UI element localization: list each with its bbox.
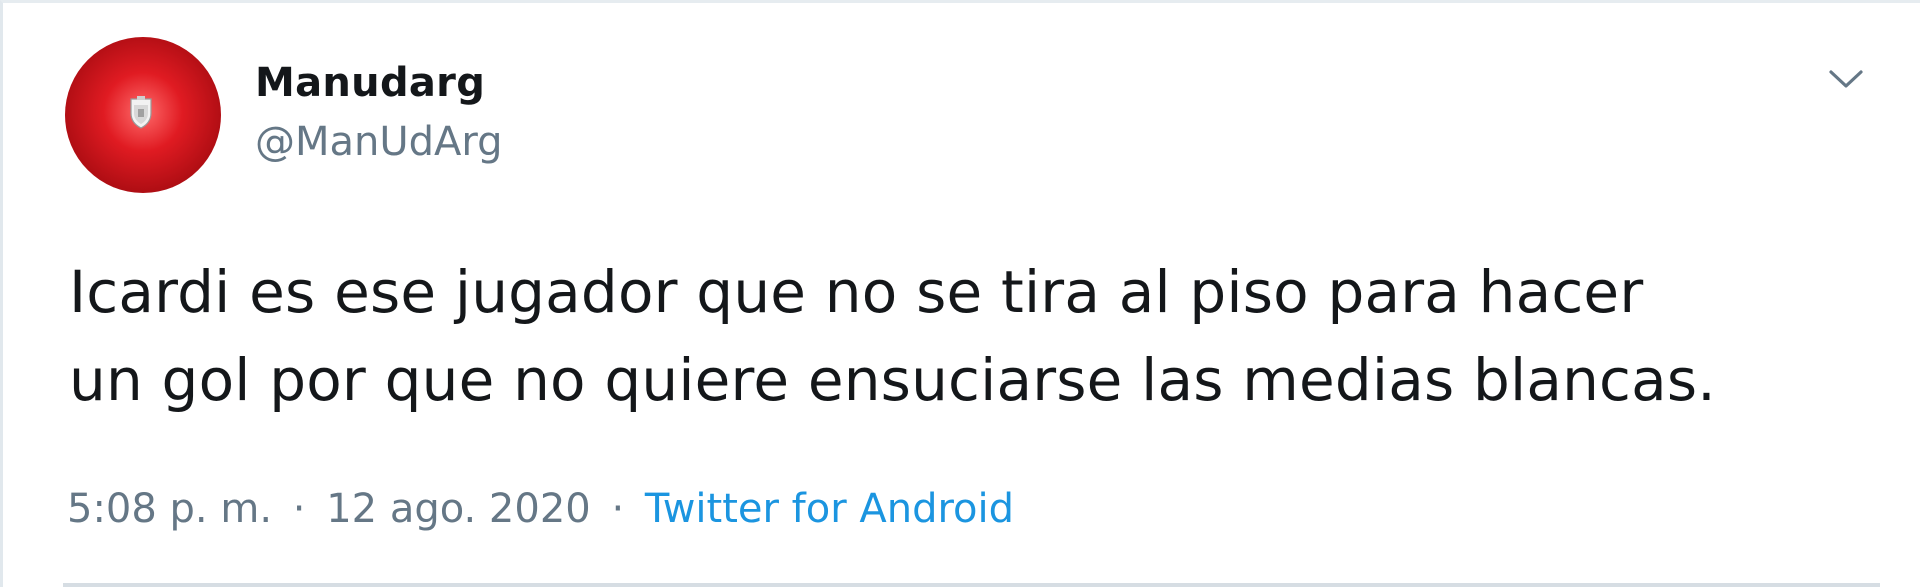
tweet-text: Icardi es ese jugador que no se tira al … bbox=[69, 258, 1716, 414]
tweet-source-link[interactable]: Twitter for Android bbox=[645, 486, 1014, 532]
user-info: Manudarg @ManUdArg bbox=[255, 57, 503, 171]
divider bbox=[63, 583, 1880, 587]
meta-separator: · bbox=[292, 486, 306, 532]
tweet-menu-button[interactable] bbox=[1821, 57, 1871, 101]
tweet-date[interactable]: 12 ago. 2020 bbox=[326, 486, 591, 532]
meta-separator: · bbox=[611, 486, 625, 532]
avatar[interactable] bbox=[65, 37, 221, 193]
chevron-down-icon bbox=[1829, 70, 1863, 88]
tweet-meta: 5:08 p. m. · 12 ago. 2020 · Twitter for … bbox=[67, 477, 1014, 541]
crest-icon bbox=[130, 96, 152, 129]
user-handle[interactable]: @ManUdArg bbox=[255, 113, 503, 171]
display-name[interactable]: Manudarg bbox=[255, 57, 503, 109]
tweet-card: Manudarg @ManUdArg Icardi es ese jugador… bbox=[0, 0, 1920, 587]
tweet-time[interactable]: 5:08 p. m. bbox=[67, 486, 272, 532]
